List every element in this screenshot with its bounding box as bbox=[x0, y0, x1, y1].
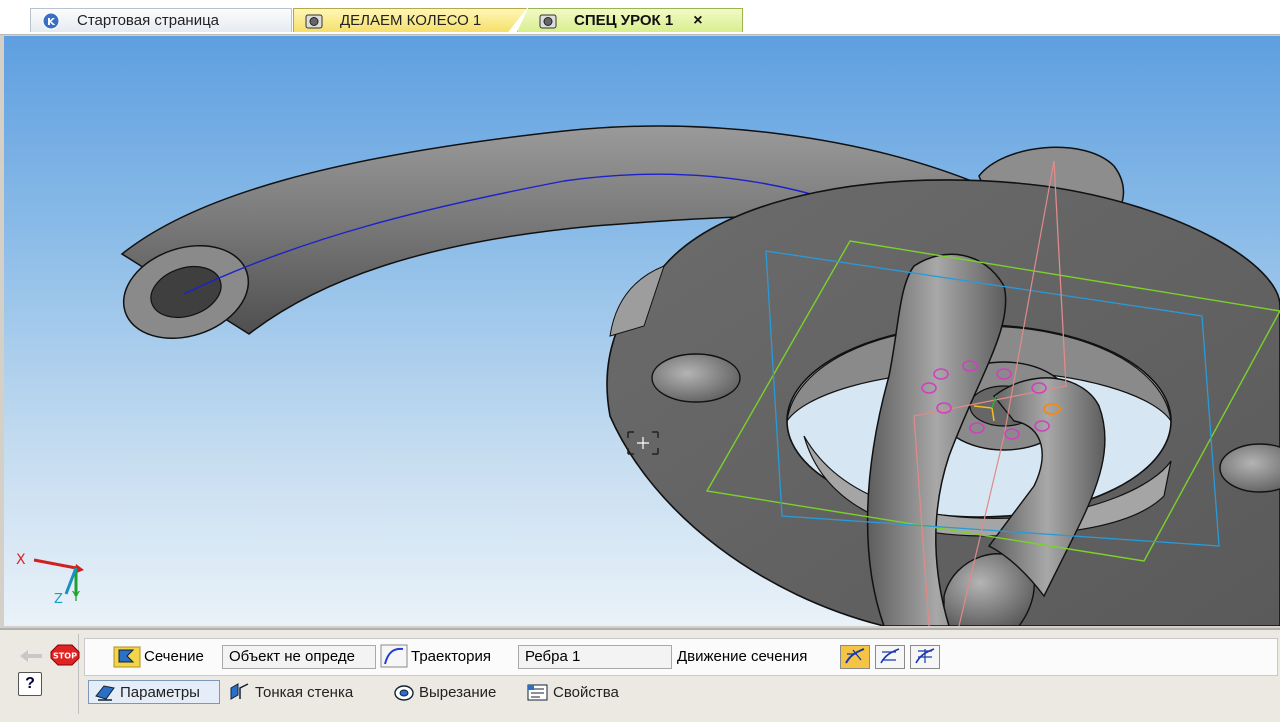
section-sketch-icon bbox=[113, 644, 141, 668]
properties-icon bbox=[526, 682, 550, 702]
tab-label: СПЕЦ УРОК 1 bbox=[574, 12, 674, 29]
trajectory-button[interactable]: Траектория bbox=[380, 643, 491, 669]
help-button[interactable]: ? bbox=[18, 672, 42, 696]
axis-x-label: X bbox=[16, 552, 26, 568]
sweep-parallel-icon bbox=[878, 646, 902, 669]
svg-text:STOP: STOP bbox=[53, 652, 77, 661]
kompas-logo-icon: K bbox=[41, 12, 61, 30]
trajectory-field[interactable]: Ребра 1 bbox=[518, 645, 672, 669]
tab-label: Свойства bbox=[553, 683, 619, 701]
sweep-keep-angle-button[interactable] bbox=[910, 645, 940, 669]
panel-control-strip: STOP ? bbox=[4, 634, 80, 714]
section-button[interactable]: Сечение bbox=[113, 643, 204, 669]
model-viewport[interactable]: X Z Y bbox=[4, 36, 1280, 626]
property-panel: STOP ? Сечение Объект не опреде Траектор… bbox=[0, 628, 1280, 722]
part-document-icon bbox=[538, 12, 558, 30]
parameters-icon bbox=[93, 682, 117, 702]
tab-start-page[interactable]: K Стартовая страница bbox=[30, 8, 292, 32]
tab-label: Параметры bbox=[120, 683, 200, 701]
tab-label: Стартовая страница bbox=[77, 12, 220, 29]
trajectory-label: Траектория bbox=[411, 647, 491, 665]
axis-y-label: Y bbox=[72, 590, 80, 605]
axis-z-label: Z bbox=[54, 592, 63, 607]
tab-parameters[interactable]: Параметры bbox=[88, 680, 220, 704]
section-label: Сечение bbox=[144, 647, 204, 665]
parameter-tabs: Параметры Тонкая стенка Вырезание Свойст… bbox=[84, 680, 784, 708]
sweep-keep-angle-icon bbox=[913, 646, 937, 669]
part-document-icon bbox=[304, 12, 324, 30]
back-arrow-icon[interactable] bbox=[18, 648, 46, 664]
document-tab-bar: K Стартовая страница ДЕЛАЕМ КОЛЕСО 1 СПЕ… bbox=[0, 0, 1280, 35]
tab-properties[interactable]: Свойства bbox=[526, 680, 619, 704]
trajectory-icon bbox=[380, 644, 408, 668]
tab-wheel-document[interactable]: ДЕЛАЕМ КОЛЕСО 1 bbox=[293, 8, 527, 32]
close-tab-icon[interactable]: × bbox=[693, 12, 702, 30]
stop-icon[interactable]: STOP bbox=[50, 644, 80, 666]
sweep-parallel-button[interactable] bbox=[875, 645, 905, 669]
3d-model-scene bbox=[33, 125, 1280, 626]
sweep-parameters-row: Сечение Объект не опреде Траектория Ребр… bbox=[84, 638, 1278, 676]
thin-wall-icon bbox=[228, 682, 252, 702]
tab-lesson-document[interactable]: СПЕЦ УРОК 1 × bbox=[517, 8, 743, 32]
tab-thin-wall[interactable]: Тонкая стенка bbox=[228, 680, 353, 704]
sweep-orthogonal-button[interactable] bbox=[840, 645, 870, 669]
tab-cut[interactable]: Вырезание bbox=[392, 680, 496, 704]
section-object-field[interactable]: Объект не опреде bbox=[222, 645, 376, 669]
cut-icon bbox=[392, 682, 416, 702]
sweep-orthogonal-icon bbox=[843, 646, 867, 669]
svg-text:K: K bbox=[47, 17, 56, 28]
tab-label: Вырезание bbox=[419, 683, 497, 701]
tab-label: ДЕЛАЕМ КОЛЕСО 1 bbox=[340, 12, 482, 29]
section-movement-label: Движение сечения bbox=[677, 647, 808, 665]
crosshair-cursor-icon bbox=[626, 430, 660, 456]
tab-label: Тонкая стенка bbox=[255, 683, 354, 701]
